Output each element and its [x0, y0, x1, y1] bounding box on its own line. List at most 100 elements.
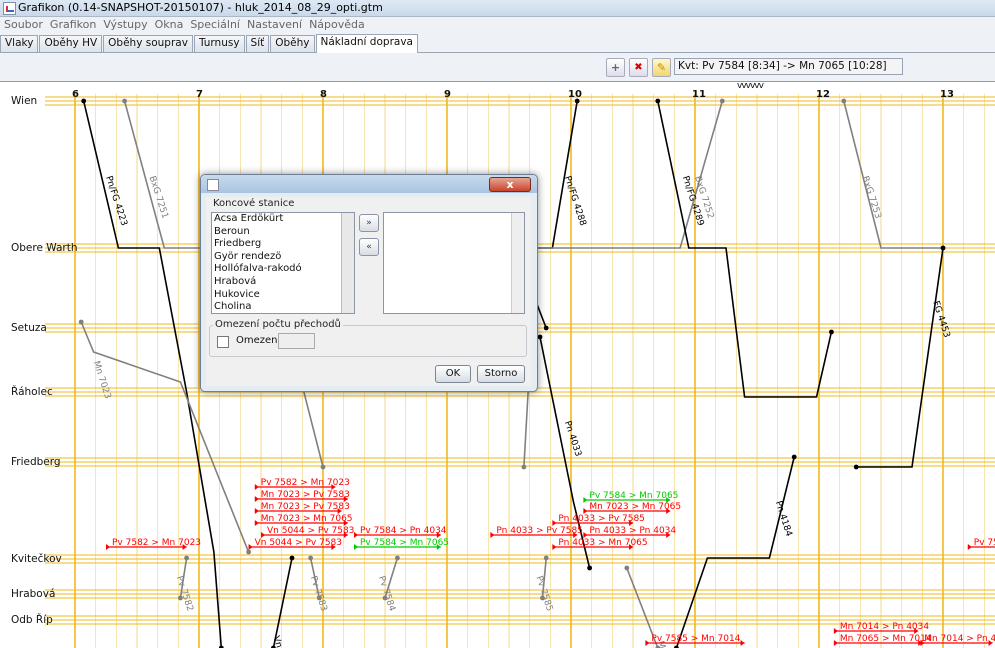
menu-vystupy[interactable]: Výstupy — [99, 17, 150, 31]
flow-label: Mn 7023 > Mn 7065 — [261, 514, 353, 524]
flow-label: Pv 7585 — [974, 538, 995, 548]
menu-napoveda[interactable]: Nápověda — [305, 17, 368, 31]
list-item[interactable]: Hukovice — [212, 289, 354, 302]
train-endpoint — [122, 98, 127, 104]
train-endpoint — [624, 565, 630, 571]
list-item[interactable]: Friedberg — [212, 238, 354, 251]
remove-button[interactable]: ✖ — [629, 58, 648, 77]
list-item[interactable]: Györ rendezö — [212, 251, 354, 264]
flow-label: Pn 4033 > Pv 7585 — [496, 526, 583, 536]
flow-start-marker — [106, 544, 110, 550]
train-endpoint — [543, 555, 549, 561]
train-label: Pn 4033 — [562, 420, 583, 458]
flow-start-marker — [645, 640, 650, 646]
tab-obehy-souprav[interactable]: Oběhy souprav — [103, 35, 193, 52]
train-line — [657, 100, 833, 398]
limit-checkbox[interactable] — [217, 336, 229, 348]
add-button[interactable]: + — [606, 58, 625, 77]
hour-label: 10 — [568, 89, 582, 100]
train-label: Vn 5044 — [271, 635, 292, 648]
list-item[interactable]: Beroun — [212, 226, 354, 239]
train-line — [675, 456, 795, 648]
station-label: Hrabová — [11, 588, 56, 600]
train-line — [856, 247, 944, 468]
flow-start-marker — [354, 532, 358, 538]
cancel-button[interactable]: Storno — [477, 365, 525, 383]
train-endpoint — [537, 334, 543, 340]
train-endpoint — [289, 555, 295, 561]
train-label: Mn 7023 — [91, 360, 113, 400]
app-icon — [3, 2, 16, 15]
terminal-stations-dialog: x Koncové stanice Acsa Erdökürt Beroun F… — [200, 174, 538, 392]
limit-input[interactable] — [278, 333, 315, 349]
train-endpoint — [940, 245, 946, 251]
add-station-button[interactable]: » — [359, 214, 379, 232]
menu-bar: Soubor Grafikon Výstupy Okna Speciální N… — [0, 17, 995, 33]
selected-stations-list[interactable] — [383, 212, 525, 314]
edit-button[interactable]: ✎ — [652, 58, 671, 77]
flow-label: Pv 7584 > Mn 7065 — [360, 538, 449, 548]
station-label: Odb Říp — [11, 614, 53, 626]
hour-label: 6 — [72, 89, 79, 100]
menu-nastaveni[interactable]: Nastavení — [243, 17, 305, 31]
list-item[interactable]: Hrabová — [212, 276, 354, 289]
train-endpoint — [184, 555, 190, 561]
tab-vlaky[interactable]: Vlaky — [0, 35, 39, 52]
flow-label: Pn 4033 > Pv 7585 — [558, 514, 645, 524]
remove-station-button[interactable]: « — [359, 238, 379, 256]
station-label: Setuza — [11, 322, 47, 334]
menu-specialni[interactable]: Speciální — [186, 17, 243, 31]
ok-button[interactable]: OK — [435, 365, 471, 383]
flow-label: Mn 7014 > Pn 4034 — [924, 634, 995, 644]
flow-start-marker — [254, 520, 259, 526]
list-scrollbar[interactable] — [341, 213, 354, 313]
train-endpoint — [395, 555, 400, 561]
flow-label: Mn 7023 > Mn 7065 — [589, 502, 681, 512]
train-endpoint — [246, 549, 252, 555]
flow-start-marker — [967, 544, 972, 550]
flow-label: Mn 7023 > Pv 7583 — [261, 502, 350, 512]
train-endpoint — [308, 555, 313, 561]
station-label: Kvitečkov — [11, 553, 62, 565]
flow-label: Pv 7585 > Mn 7014 — [651, 634, 740, 644]
train-line — [523, 100, 724, 468]
list-item[interactable]: Acsa Erdökürt — [212, 213, 354, 226]
tab-obehy[interactable]: Oběhy — [270, 35, 315, 52]
hour-label: 8 — [320, 89, 327, 100]
menu-soubor[interactable]: Soubor — [0, 17, 46, 31]
train-endpoint — [81, 98, 87, 104]
tab-strip: Vlaky Oběhy HV Oběhy souprav Turnusy Síť… — [0, 34, 995, 53]
flow-label: Mn 7065 > Mn 7014 — [840, 634, 932, 644]
flow-label: Pn 4033 > Pn 4034 — [589, 526, 676, 536]
train-endpoint — [853, 464, 859, 470]
hour-label: 12 — [816, 89, 830, 100]
train-endpoint — [320, 464, 326, 470]
tab-obehy-hv[interactable]: Oběhy HV — [39, 35, 103, 52]
available-stations-list[interactable]: Acsa Erdökürt Beroun Friedberg Györ rend… — [211, 212, 355, 314]
time-marker: vvvvvv — [737, 81, 764, 91]
hour-label: 7 — [196, 89, 203, 100]
title-bar: Grafikon (0.14-SNAPSHOT-20150107) - hluk… — [0, 0, 995, 17]
train-endpoint — [78, 319, 84, 325]
tab-sit[interactable]: Síť — [245, 35, 270, 52]
tab-nakladni-doprava[interactable]: Nákladní doprava — [315, 34, 418, 53]
route-info-field[interactable]: Kvt: Pv 7584 [8:34] -> Mn 7065 [10:28] — [674, 58, 903, 75]
menu-okna[interactable]: Okna — [151, 17, 187, 31]
selected-list-scrollbar[interactable] — [511, 213, 524, 313]
flow-start-marker — [248, 544, 253, 550]
dialog-close-button[interactable]: x — [489, 177, 531, 192]
station-label: Obere Warth — [11, 242, 78, 254]
tab-turnusy[interactable]: Turnusy — [193, 35, 245, 52]
list-item[interactable]: Hollófalva-rakodó — [212, 263, 354, 276]
train-endpoint — [655, 98, 661, 104]
stations-group-title: Koncové stanice — [211, 198, 297, 209]
train-endpoint — [719, 98, 725, 104]
hour-label: 11 — [692, 89, 706, 100]
hour-label: 9 — [444, 89, 451, 100]
hour-label: 13 — [940, 89, 954, 100]
menu-grafikon[interactable]: Grafikon — [46, 17, 99, 31]
train-endpoint — [841, 98, 847, 104]
flow-label: Pv 7584 > Mn 7065 — [589, 491, 678, 501]
limit-label: Omezení: — [236, 335, 284, 346]
list-item[interactable]: Cholina — [212, 301, 354, 313]
